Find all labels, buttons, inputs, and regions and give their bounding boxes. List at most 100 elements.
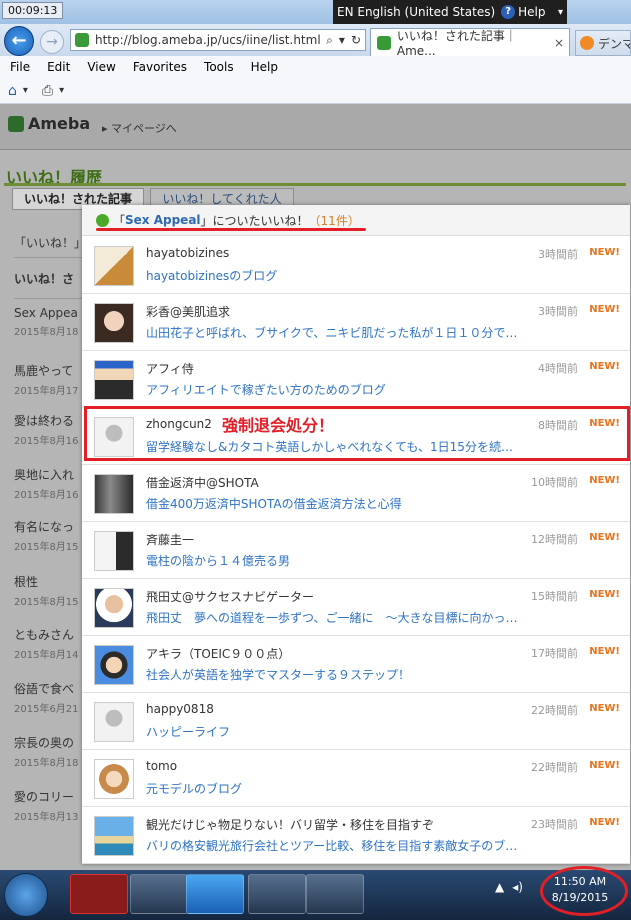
menu-favorites[interactable]: Favorites (133, 60, 187, 74)
blog-link[interactable]: ハッピーライフ (146, 723, 230, 740)
avatar[interactable] (94, 645, 134, 685)
red-box-annotation (84, 406, 630, 461)
start-button[interactable] (4, 873, 48, 917)
liker-name[interactable]: アフィ侍 (146, 360, 194, 377)
menu-view[interactable]: View (87, 60, 115, 74)
blog-link[interactable]: 電柱の陰から１４億売る男 (146, 552, 290, 569)
blog-link[interactable]: 飛田丈 夢への道程を一歩ずつ、ご一緒に ～大きな目標に向かっ… (146, 609, 518, 626)
drive-app-icon[interactable] (130, 874, 188, 914)
ameba-logo[interactable]: Ameba (8, 114, 90, 133)
refresh-icon[interactable]: ↻ (351, 33, 361, 48)
list-item[interactable]: いいね！さ (14, 270, 84, 287)
address-bar[interactable]: http://blog.ameba.jp/ucs/iine/list.html … (70, 29, 366, 51)
avatar[interactable] (94, 816, 134, 856)
print-icon[interactable]: ⎙ (42, 83, 53, 99)
tab-label: デンマ (598, 36, 631, 51)
liker-row[interactable]: 観光だけじゃ物足りない！バリ留学・移住を目指すぞ バリの格安観光旅行会社とツアー… (82, 807, 630, 864)
avatar[interactable] (94, 531, 134, 571)
liker-row[interactable]: 斉藤圭一 電柱の陰から１４億売る男 12時間前 NEW! (82, 522, 630, 579)
menu-tools[interactable]: Tools (204, 60, 234, 74)
close-icon[interactable]: × (554, 36, 564, 50)
liker-name[interactable]: hayatobizines (146, 246, 229, 260)
list-item[interactable]: 俗語で食べ 2015年6月21 (14, 680, 84, 715)
liker-name[interactable]: 飛田丈@サクセスナビゲーター (146, 588, 314, 605)
tab-active[interactable]: いいね！された記事｜Ame... × (370, 28, 570, 58)
avatar[interactable] (94, 759, 134, 799)
search-icon[interactable]: ⌕ (326, 33, 333, 48)
menu-help[interactable]: Help (251, 60, 278, 74)
clock-app-icon[interactable] (70, 874, 128, 914)
notepad-app-icon[interactable] (248, 874, 306, 914)
avatar[interactable] (94, 702, 134, 742)
mypage-link[interactable]: ▸ マイページへ (102, 120, 177, 136)
article-title-link[interactable]: Sex Appeal (125, 213, 201, 227)
list-item[interactable]: 有名になっ 2015年8月15 (14, 518, 84, 553)
dropdown-icon[interactable]: ▾ (339, 33, 345, 48)
list-item[interactable]: 根性 2015年8月15 (14, 573, 84, 608)
address-text[interactable]: http://blog.ameba.jp/ucs/iine/list.html (95, 33, 321, 47)
liker-name[interactable]: 斉藤圭一 (146, 531, 194, 548)
avatar[interactable] (94, 303, 134, 343)
avatar[interactable] (94, 360, 134, 400)
avatar[interactable] (94, 474, 134, 514)
language-bar[interactable]: EN English (United States) ? Help ▾ (333, 0, 567, 24)
list-item[interactable]: 奥地に入れ 2015年8月16 (14, 466, 84, 501)
list-item[interactable]: Sex Appea 2015年8月18 (14, 306, 84, 338)
chevron-down-icon[interactable]: ▾ (23, 85, 28, 96)
list-item-date: 2015年8月17 (14, 386, 79, 397)
list-item[interactable]: 「いいね！」 (14, 234, 84, 251)
tab-inactive[interactable]: デンマ (575, 30, 631, 56)
tab-label: いいね！された記事｜Ame... (396, 29, 517, 58)
popup-header: 「Sex Appeal 」についたいいね！ （11件） (82, 205, 630, 236)
liker-name[interactable]: 彩香@美肌追求 (146, 303, 230, 320)
help-button[interactable]: ? Help (501, 5, 546, 19)
blog-link[interactable]: 元モデルのブログ (146, 780, 242, 797)
liker-row[interactable]: 飛田丈@サクセスナビゲーター 飛田丈 夢への道程を一歩ずつ、ご一緒に ～大きな目… (82, 579, 630, 636)
volume-icon[interactable]: ◂) (512, 880, 523, 894)
liker-row[interactable]: 借金返済中@SHOTA 借金400万返済中SHOTAの借金返済方法と心得 10時… (82, 465, 630, 522)
tab-favicon-icon (580, 36, 594, 50)
language-label[interactable]: EN English (United States) (337, 5, 495, 19)
blog-link[interactable]: バリの格安観光旅行会社とツアー比較、移住を目指す素敵女子のブ… (146, 837, 517, 854)
liker-name[interactable]: 借金返済中@SHOTA (146, 474, 259, 491)
home-icon[interactable]: ⌂ (8, 83, 17, 99)
list-item-title: 俗語で食べ (14, 682, 75, 696)
paint-app-icon[interactable] (306, 874, 364, 914)
red-underline-annotation (96, 228, 366, 231)
header-suffix: 」についたいいね！ (200, 213, 309, 228)
chevron-down-icon[interactable]: ▾ (59, 85, 64, 96)
blog-link[interactable]: 社会人が英語を独学でマスターする９ステップ！ (146, 666, 410, 683)
internet-explorer-icon[interactable] (186, 874, 244, 914)
liker-row[interactable]: アフィ侍 アフィリエイトで稼ぎたい方のためのブログ 4時間前 NEW! (82, 351, 630, 408)
liker-name[interactable]: 観光だけじゃ物足りない！バリ留学・移住を目指すぞ (146, 816, 434, 833)
liked-time: 17時間前 (531, 647, 578, 660)
liker-row[interactable]: happy0818 ハッピーライフ 22時間前 NEW! (82, 693, 630, 750)
blog-link[interactable]: 山田花子と呼ばれ、ブサイクで、ニキビ肌だった私が１日１０分で… (146, 324, 517, 341)
menu-edit[interactable]: Edit (47, 60, 70, 74)
list-item-date: 2015年8月16 (14, 490, 79, 501)
list-item[interactable]: 愛のコリー 2015年8月13 (14, 788, 84, 823)
chevron-down-icon[interactable]: ▾ (558, 7, 563, 18)
list-item[interactable]: ともみさん 2015年8月14 (14, 626, 84, 661)
blog-link[interactable]: アフィリエイトで稼ぎたい方のためのブログ (146, 381, 386, 398)
avatar[interactable] (94, 246, 134, 286)
liker-row[interactable]: 彩香@美肌追求 山田花子と呼ばれ、ブサイクで、ニキビ肌だった私が１日１０分で… … (82, 294, 630, 351)
list-item[interactable]: 宗長の奥の 2015年8月18 (14, 734, 84, 769)
chevron-up-icon[interactable]: ▲ (495, 880, 504, 894)
liker-name[interactable]: tomo (146, 759, 177, 773)
blog-link[interactable]: 借金400万返済中SHOTAの借金返済方法と心得 (146, 495, 402, 512)
list-item[interactable]: 愛は終わる 2015年8月16 (14, 412, 84, 447)
liker-name[interactable]: happy0818 (146, 702, 214, 716)
list-item-date: 2015年6月21 (14, 704, 79, 715)
new-badge: NEW! (589, 361, 620, 372)
blog-link[interactable]: hayatobizinesのブログ (146, 267, 277, 284)
liker-row[interactable]: tomo 元モデルのブログ 22時間前 NEW! (82, 750, 630, 807)
liker-row[interactable]: アキラ（TOEIC９００点） 社会人が英語を独学でマスターする９ステップ！ 17… (82, 636, 630, 693)
liker-row[interactable]: hayatobizines hayatobizinesのブログ 3時間前 NEW… (82, 237, 630, 294)
list-item[interactable]: 馬鹿やって 2015年8月17 (14, 362, 84, 397)
menu-file[interactable]: File (10, 60, 30, 74)
forward-button[interactable]: → (40, 30, 64, 54)
back-button[interactable]: ← (4, 26, 34, 56)
liker-name[interactable]: アキラ（TOEIC９００点） (146, 645, 290, 662)
avatar[interactable] (94, 588, 134, 628)
